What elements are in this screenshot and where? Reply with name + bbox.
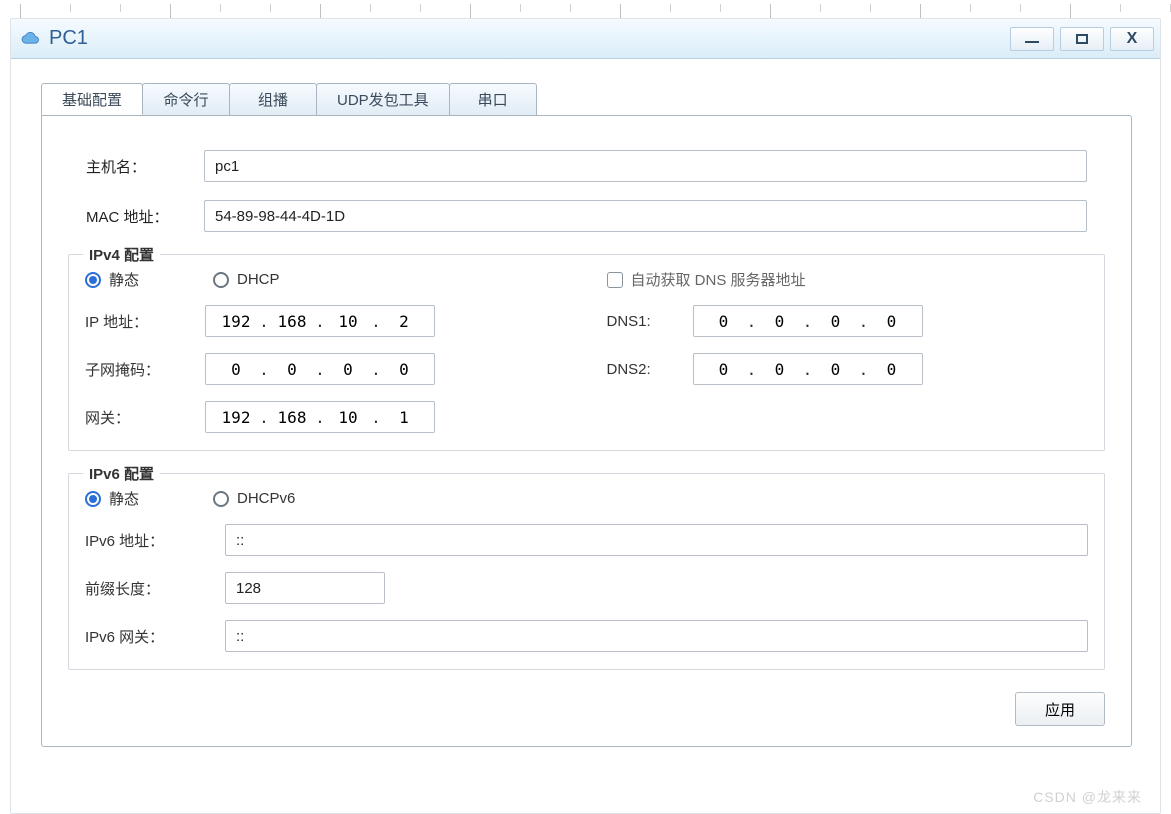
subnet-mask-input[interactable]: . . . — [205, 353, 435, 385]
checkbox-auto-dns[interactable]: 自动获取 DNS 服务器地址 — [607, 269, 806, 290]
dns2-octet-2[interactable] — [759, 359, 801, 380]
tabs-container: 基础配置 命令行 组播 UDP发包工具 串口 主机名： MAC 地址： — [41, 83, 1132, 747]
ipv6-prefix-input[interactable] — [225, 572, 385, 604]
dns2-input[interactable]: . . . — [693, 353, 923, 385]
hostname-input[interactable] — [204, 150, 1087, 182]
radio-dot-icon — [85, 272, 101, 288]
tab-label: 命令行 — [164, 89, 209, 110]
gw-octet-1[interactable] — [215, 407, 257, 428]
dns1-octet-3[interactable] — [815, 311, 857, 332]
ipv6-gateway-label: IPv6 网关： — [85, 626, 225, 647]
close-button[interactable]: X — [1110, 27, 1154, 51]
ipv6-gateway-input[interactable] — [225, 620, 1088, 652]
checkbox-label: 自动获取 DNS 服务器地址 — [631, 269, 806, 290]
window-buttons: X — [1010, 27, 1154, 51]
title-bar: PC1 X — [11, 19, 1160, 59]
radio-ipv4-static[interactable]: 静态 — [85, 269, 139, 290]
tab-udp-tool[interactable]: UDP发包工具 — [316, 83, 450, 115]
ipv6-legend: IPv6 配置 — [83, 463, 160, 484]
watermark: CSDN @龙来来 — [1033, 787, 1142, 807]
radio-ipv6-static[interactable]: 静态 — [85, 488, 139, 509]
ip-octet-2[interactable] — [271, 311, 313, 332]
radio-label: DHCPv6 — [237, 490, 295, 507]
ipv4-legend: IPv4 配置 — [83, 244, 160, 265]
mac-row: MAC 地址： — [86, 200, 1087, 232]
checkbox-icon — [607, 272, 623, 288]
gateway-input[interactable]: . . . — [205, 401, 435, 433]
gw-octet-4[interactable] — [383, 407, 425, 428]
radio-label: 静态 — [109, 488, 139, 509]
minimize-button[interactable] — [1010, 27, 1054, 51]
gw-octet-2[interactable] — [271, 407, 313, 428]
radio-label: 静态 — [109, 269, 139, 290]
ipv6-group: IPv6 配置 静态 DHCPv6 IPv6 地址： — [68, 473, 1105, 670]
tab-label: UDP发包工具 — [337, 89, 429, 110]
content-panel: 主机名： MAC 地址： IPv4 配置 — [41, 115, 1132, 747]
radio-ipv4-dhcp[interactable]: DHCP — [213, 271, 280, 288]
title-left: PC1 — [21, 27, 88, 50]
maximize-icon — [1076, 34, 1088, 44]
apply-label: 应用 — [1045, 702, 1075, 719]
dns1-label: DNS1: — [607, 313, 693, 330]
ip-octet-1[interactable] — [215, 311, 257, 332]
tab-label: 基础配置 — [62, 89, 122, 110]
dns2-octet-1[interactable] — [703, 359, 745, 380]
tab-multicast[interactable]: 组播 — [229, 83, 317, 115]
tab-serial[interactable]: 串口 — [449, 83, 537, 115]
app-window: PC1 X 基础配置 命令行 组播 UDP发包工具 串口 主机 — [10, 18, 1161, 814]
ipv6-address-input[interactable] — [225, 524, 1088, 556]
gateway-label: 网关： — [85, 407, 205, 428]
hostname-label: 主机名： — [86, 156, 204, 177]
ip-octet-3[interactable] — [327, 311, 369, 332]
tab-command-line[interactable]: 命令行 — [142, 83, 230, 115]
radio-label: DHCP — [237, 271, 280, 288]
dns1-octet-2[interactable] — [759, 311, 801, 332]
tab-label: 组播 — [258, 89, 288, 110]
radio-dot-icon — [213, 272, 229, 288]
ipv6-prefix-label: 前缀长度： — [85, 578, 225, 599]
mask-octet-4[interactable] — [383, 359, 425, 380]
ip-label: IP 地址： — [85, 311, 205, 332]
dns2-octet-3[interactable] — [815, 359, 857, 380]
radio-dot-icon — [85, 491, 101, 507]
ip-address-input[interactable]: . . . — [205, 305, 435, 337]
mask-octet-2[interactable] — [271, 359, 313, 380]
tabs: 基础配置 命令行 组播 UDP发包工具 串口 — [41, 83, 1132, 115]
ipv6-address-label: IPv6 地址： — [85, 530, 225, 551]
action-row: 应用 — [68, 692, 1105, 726]
cloud-icon — [21, 29, 41, 49]
window-title: PC1 — [49, 27, 88, 50]
client-area: 基础配置 命令行 组播 UDP发包工具 串口 主机名： MAC 地址： — [11, 59, 1160, 813]
mac-input[interactable] — [204, 200, 1087, 232]
gw-octet-3[interactable] — [327, 407, 369, 428]
hostname-row: 主机名： — [86, 150, 1087, 182]
maximize-button[interactable] — [1060, 27, 1104, 51]
dns1-octet-1[interactable] — [703, 311, 745, 332]
dns2-octet-4[interactable] — [871, 359, 913, 380]
dns2-label: DNS2: — [607, 361, 693, 378]
ip-octet-4[interactable] — [383, 311, 425, 332]
mask-octet-3[interactable] — [327, 359, 369, 380]
minimize-icon — [1025, 41, 1039, 43]
radio-dot-icon — [213, 491, 229, 507]
mask-label: 子网掩码： — [85, 359, 205, 380]
dns1-octet-4[interactable] — [871, 311, 913, 332]
close-icon: X — [1127, 30, 1138, 48]
apply-button[interactable]: 应用 — [1015, 692, 1105, 726]
tab-label: 串口 — [478, 89, 508, 110]
mac-label: MAC 地址： — [86, 206, 204, 227]
tab-basic-config[interactable]: 基础配置 — [41, 83, 143, 115]
radio-ipv6-dhcpv6[interactable]: DHCPv6 — [213, 490, 295, 507]
dns1-input[interactable]: . . . — [693, 305, 923, 337]
mask-octet-1[interactable] — [215, 359, 257, 380]
ipv4-group: IPv4 配置 静态 DHCP — [68, 254, 1105, 451]
